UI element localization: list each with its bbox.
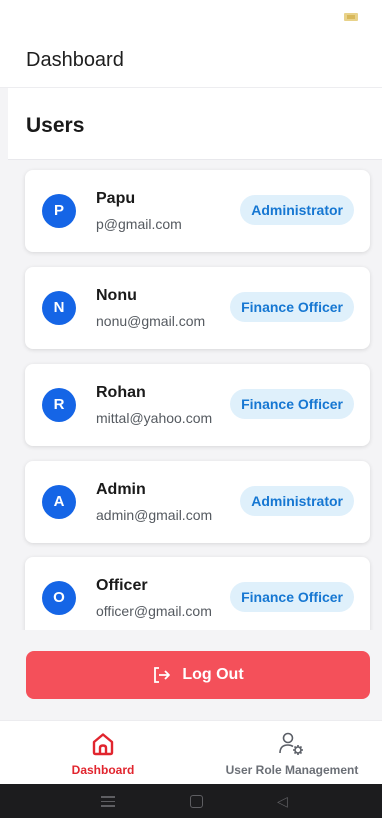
user-name: Admin <box>96 481 146 498</box>
page-title: Dashboard <box>26 49 124 71</box>
menu-icon[interactable] <box>101 793 115 810</box>
role-badge: Finance Officer <box>230 582 354 612</box>
section-title: Users <box>26 114 85 137</box>
user-card[interactable]: R Rohan mittal@yahoo.com Finance Officer <box>25 364 370 446</box>
user-name: Papu <box>96 190 136 207</box>
user-email: p@gmail.com <box>96 216 182 232</box>
user-name: Nonu <box>96 287 137 304</box>
avatar: A <box>42 485 76 519</box>
user-card[interactable]: O Officer officer@gmail.com Finance Offi… <box>25 557 370 630</box>
home-icon <box>92 733 114 756</box>
role-badge: Finance Officer <box>230 292 354 322</box>
back-icon[interactable]: ◁ <box>277 793 288 809</box>
battery-icon <box>344 13 358 21</box>
system-navigation-bar: ◁ <box>0 784 382 818</box>
user-name: Rohan <box>96 384 146 401</box>
user-card[interactable]: P Papu p@gmail.com Administrator <box>25 170 370 252</box>
user-settings-icon <box>279 732 303 755</box>
avatar: R <box>42 388 76 422</box>
users-section-header: Users <box>8 88 382 160</box>
bottom-nav: Dashboard User Role Management <box>0 720 382 784</box>
logout-button[interactable]: Log Out <box>26 651 370 699</box>
nav-item-user-role-management[interactable]: User Role Management <box>214 721 370 785</box>
user-email: mittal@yahoo.com <box>96 410 213 426</box>
nav-label-user-role-management: User Role Management <box>225 763 359 777</box>
user-card[interactable]: A Admin admin@gmail.com Administrator <box>25 461 370 543</box>
status-bar <box>0 0 382 34</box>
app-header: Dashboard <box>0 34 382 88</box>
nav-item-dashboard[interactable]: Dashboard <box>55 721 151 785</box>
user-list[interactable]: P Papu p@gmail.com Administrator N Nonu … <box>8 161 382 630</box>
role-badge: Administrator <box>240 486 354 516</box>
home-button-icon[interactable] <box>190 795 203 808</box>
user-email: officer@gmail.com <box>96 603 212 619</box>
avatar: P <box>42 194 76 228</box>
avatar: O <box>42 581 76 615</box>
avatar: N <box>42 291 76 325</box>
logout-icon <box>154 667 171 683</box>
user-email: admin@gmail.com <box>96 507 213 523</box>
role-badge: Administrator <box>240 195 354 225</box>
user-card[interactable]: N Nonu nonu@gmail.com Finance Officer <box>25 267 370 349</box>
user-name: Officer <box>96 577 148 594</box>
role-badge: Finance Officer <box>230 389 354 419</box>
user-email: nonu@gmail.com <box>96 313 206 329</box>
nav-label-dashboard: Dashboard <box>71 763 135 777</box>
logout-label: Log Out <box>182 666 244 683</box>
